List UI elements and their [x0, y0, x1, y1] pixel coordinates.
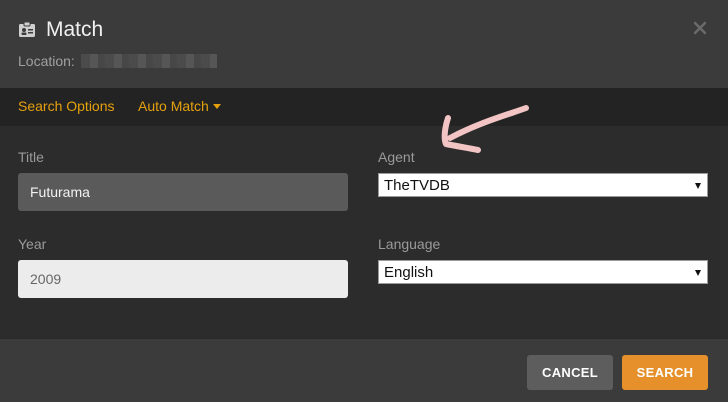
annotation-arrow-icon [441, 105, 529, 153]
location-value-redacted [80, 54, 217, 68]
close-icon[interactable] [692, 20, 708, 36]
dialog-header: Match Location: [0, 0, 728, 88]
search-button[interactable]: SEARCH [622, 355, 708, 390]
select-arrow-icon [695, 270, 701, 276]
agent-select-value: TheTVDB [384, 176, 450, 194]
title-input[interactable]: Futurama [18, 173, 348, 211]
agent-select[interactable]: TheTVDB [378, 173, 708, 197]
location-label: Location: [18, 53, 75, 69]
tab-bar: Search Options Auto Match [0, 88, 728, 126]
caret-down-icon [212, 103, 221, 109]
year-label: Year [18, 236, 47, 252]
cancel-button[interactable]: CANCEL [527, 355, 613, 390]
language-label: Language [378, 236, 441, 252]
tab-auto-match-label: Auto Match [138, 98, 209, 114]
dialog-body: Title Futurama Year 2009 Agent TheTVDB L… [0, 126, 728, 338]
year-input[interactable]: 2009 [18, 260, 348, 298]
language-select[interactable]: English [378, 260, 708, 284]
dialog-title: Match [46, 18, 104, 41]
tab-auto-match[interactable]: Auto Match [138, 98, 221, 114]
title-label: Title [18, 149, 44, 165]
tab-search-options[interactable]: Search Options [18, 98, 115, 114]
title-row: Match [18, 18, 103, 42]
dialog-footer: CANCEL SEARCH [0, 338, 728, 402]
location-row: Location: [18, 53, 217, 69]
select-arrow-icon [695, 183, 701, 189]
id-card-icon [18, 21, 36, 39]
agent-label: Agent [378, 149, 415, 165]
language-select-value: English [384, 263, 434, 281]
